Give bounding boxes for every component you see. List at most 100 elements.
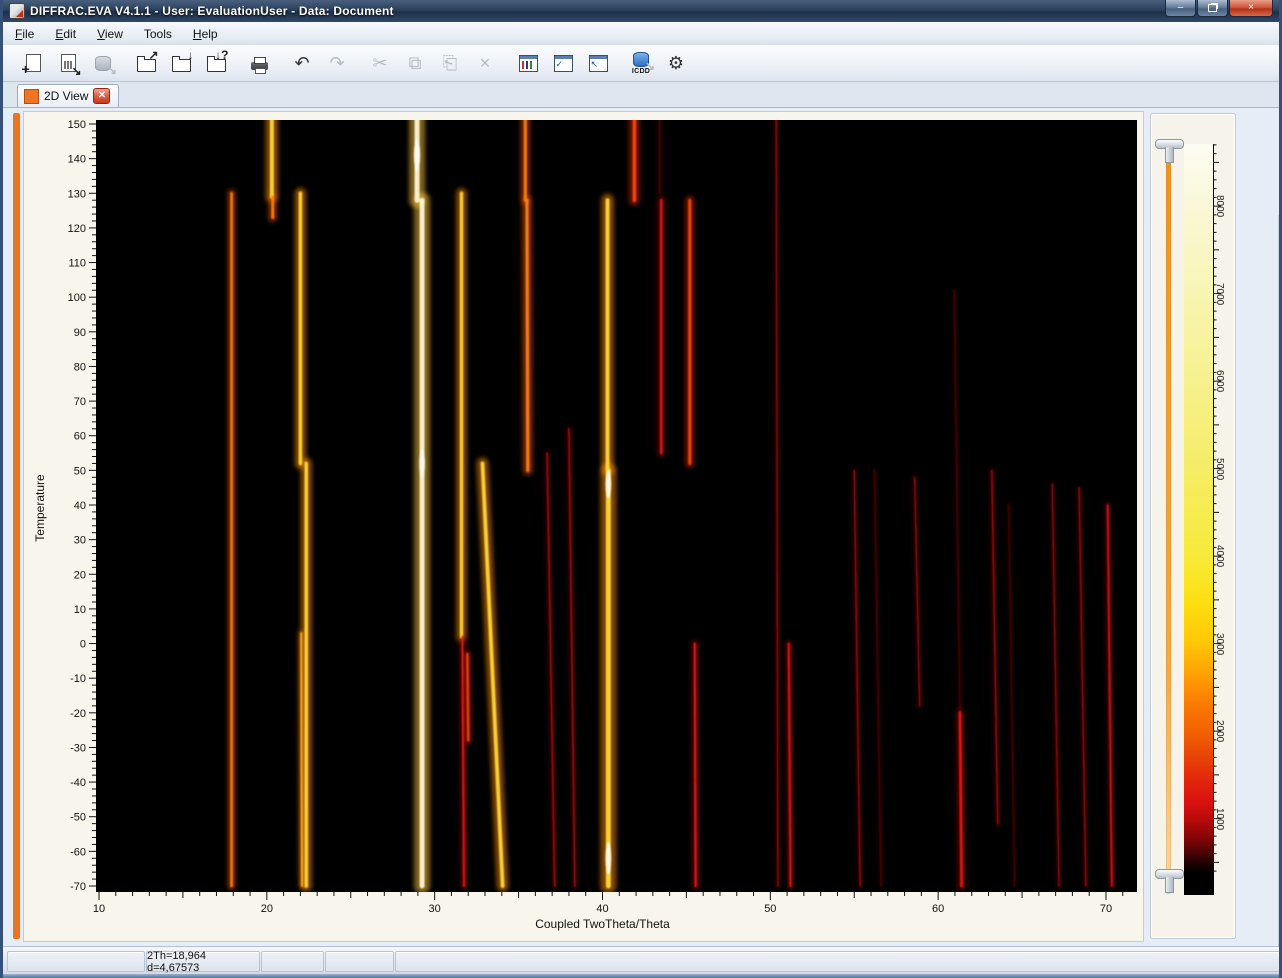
- import-database-button[interactable]: [87, 48, 119, 78]
- svg-text:100: 100: [68, 292, 86, 304]
- document-area: 1501401301201101009080706050403020100-10…: [3, 107, 1282, 947]
- svg-text:70: 70: [74, 396, 86, 408]
- minimize-button[interactable]: –: [1165, 0, 1196, 17]
- paste-page-icon: ⎗: [443, 54, 457, 72]
- menu-help[interactable]: Help: [184, 24, 227, 44]
- menu-bar: FileEditViewToolsHelp: [3, 22, 1279, 46]
- colorbar-max-thumb[interactable]: [1155, 139, 1184, 149]
- window-cursor-icon: ↖: [589, 55, 608, 72]
- save-as-button[interactable]: ↓?: [200, 48, 232, 78]
- heatmap-plot[interactable]: 1501401301201101009080706050403020100-10…: [24, 112, 1143, 941]
- new-document-button[interactable]: [17, 48, 49, 78]
- copy-pages-icon: ⧉: [409, 54, 422, 72]
- folder-arrow-in-icon: ↓: [172, 59, 191, 72]
- undo-button[interactable]: ↶: [286, 48, 318, 78]
- app-icon: [9, 3, 25, 19]
- svg-text:10: 10: [74, 604, 86, 616]
- status-bar: 2Th=18,964 d=4,67573: [3, 946, 1282, 975]
- redo-button[interactable]: ↷: [321, 48, 353, 78]
- svg-text:80: 80: [74, 361, 86, 373]
- right-splitter-rail[interactable]: [1278, 215, 1282, 978]
- settings-button[interactable]: ⚙: [660, 48, 692, 78]
- tab-strip: 2D View ✕: [3, 82, 1279, 107]
- svg-text:60: 60: [74, 431, 86, 443]
- window-bars-icon: [519, 55, 538, 72]
- svg-text:30: 30: [429, 903, 441, 915]
- svg-text:-30: -30: [70, 742, 86, 754]
- colorbar-scale-label: 4000: [1214, 545, 1225, 567]
- svg-text:10: 10: [93, 903, 105, 915]
- colorbar-panel: 10002000300040005000600070008000: [1150, 113, 1236, 939]
- svg-text:50: 50: [74, 465, 86, 477]
- menu-view[interactable]: View: [88, 24, 132, 44]
- colorbar-slider-track[interactable]: [1166, 142, 1171, 894]
- colorbar-below-range-block: [1184, 872, 1214, 895]
- gear-icon: ⚙: [668, 54, 684, 72]
- tab-label: 2D View: [44, 89, 88, 103]
- svg-text:20: 20: [261, 903, 273, 915]
- svg-text:40: 40: [596, 903, 608, 915]
- export-button[interactable]: ↗: [130, 48, 162, 78]
- svg-text:-10: -10: [70, 673, 86, 685]
- window-check-icon: ✓: [554, 55, 573, 72]
- colorbar-scale-label: 7000: [1214, 283, 1225, 305]
- heatmap-plot-panel[interactable]: 1501401301201101009080706050403020100-10…: [23, 111, 1144, 942]
- colorbar-scale-label: 5000: [1214, 458, 1225, 480]
- close-button[interactable]: ×: [1229, 0, 1273, 17]
- delete-x-icon: ×: [480, 54, 491, 72]
- paste-button[interactable]: ⎗: [434, 48, 466, 78]
- menu-file[interactable]: File: [6, 24, 43, 44]
- print-button[interactable]: [243, 48, 275, 78]
- copy-button[interactable]: ⧉: [399, 48, 431, 78]
- colorbar-scale-label: 3000: [1214, 633, 1225, 655]
- page-plus-icon: [26, 54, 41, 72]
- status-segment-0: [7, 951, 145, 972]
- select-window-button[interactable]: ↖: [582, 48, 614, 78]
- title-bar[interactable]: DIFFRAC.EVA V4.1.1 - User: EvaluationUse…: [3, 0, 1279, 22]
- svg-text:40: 40: [74, 500, 86, 512]
- svg-text:150: 150: [68, 119, 86, 131]
- folder-arrow-out-icon: ↗: [137, 59, 156, 72]
- scissors-icon: ✂: [372, 54, 387, 72]
- icdd-database-button[interactable]: ICDD: [625, 48, 657, 78]
- colorbar-gradient: [1184, 144, 1214, 872]
- colorbar-scale-label: 2000: [1214, 720, 1225, 742]
- application-window: DIFFRAC.EVA V4.1.1 - User: EvaluationUse…: [0, 0, 1282, 978]
- svg-text:90: 90: [74, 327, 86, 339]
- status-segment-2: [261, 951, 324, 972]
- icdd-database-icon: ICDD: [632, 52, 650, 75]
- restore-icon: [1208, 4, 1217, 12]
- tab-close-icon[interactable]: ✕: [93, 88, 110, 104]
- restore-button[interactable]: [1197, 0, 1228, 17]
- colorbar-scale-label: 6000: [1214, 370, 1225, 392]
- svg-text:-60: -60: [70, 846, 86, 858]
- save-button[interactable]: ↓: [165, 48, 197, 78]
- selection-accent-bar[interactable]: [13, 113, 20, 939]
- svg-text:-20: -20: [70, 708, 86, 720]
- tab-2d-view[interactable]: 2D View ✕: [17, 84, 119, 107]
- redo-arrow-icon: ↷: [329, 54, 344, 72]
- database-arrow-icon: [95, 56, 111, 71]
- scan-window-button[interactable]: [512, 48, 544, 78]
- undo-arrow-icon: ↶: [294, 54, 309, 72]
- window-bottom-frame: [3, 974, 1282, 978]
- svg-text:Coupled TwoTheta/Theta: Coupled TwoTheta/Theta: [535, 917, 670, 931]
- menu-tools[interactable]: Tools: [135, 24, 181, 44]
- menu-edit[interactable]: Edit: [46, 24, 85, 44]
- status-cursor-readout: 2Th=18,964 d=4,67573: [146, 951, 260, 972]
- colorbar-min-thumb[interactable]: [1155, 869, 1184, 879]
- tab-color-icon: [24, 89, 39, 104]
- options-window-button[interactable]: ✓: [547, 48, 579, 78]
- svg-text:-40: -40: [70, 777, 86, 789]
- colorbar-scale-label: 1000: [1214, 808, 1225, 830]
- folder-arrow-question-icon: ↓?: [207, 59, 226, 72]
- svg-text:20: 20: [74, 569, 86, 581]
- svg-text:140: 140: [68, 154, 86, 166]
- delete-button[interactable]: ×: [469, 48, 501, 78]
- cut-button[interactable]: ✂: [364, 48, 396, 78]
- import-scan-button[interactable]: [52, 48, 84, 78]
- status-segment-3: [325, 951, 394, 972]
- svg-text:120: 120: [68, 223, 86, 235]
- page-chart-icon: [61, 54, 76, 72]
- svg-text:60: 60: [932, 903, 944, 915]
